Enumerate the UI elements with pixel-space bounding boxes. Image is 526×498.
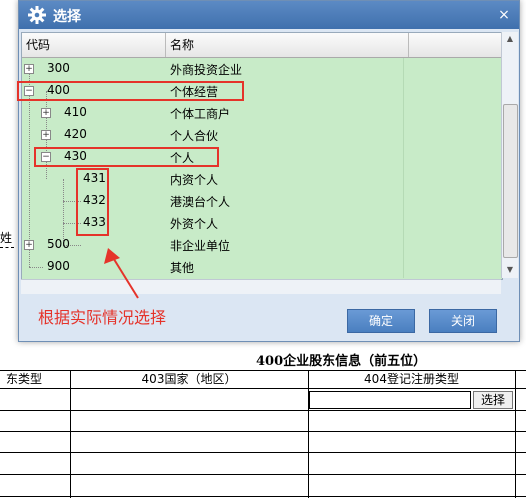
annotation-text: 根据实际情况选择: [38, 308, 167, 327]
annotation-arrow: [104, 248, 139, 299]
